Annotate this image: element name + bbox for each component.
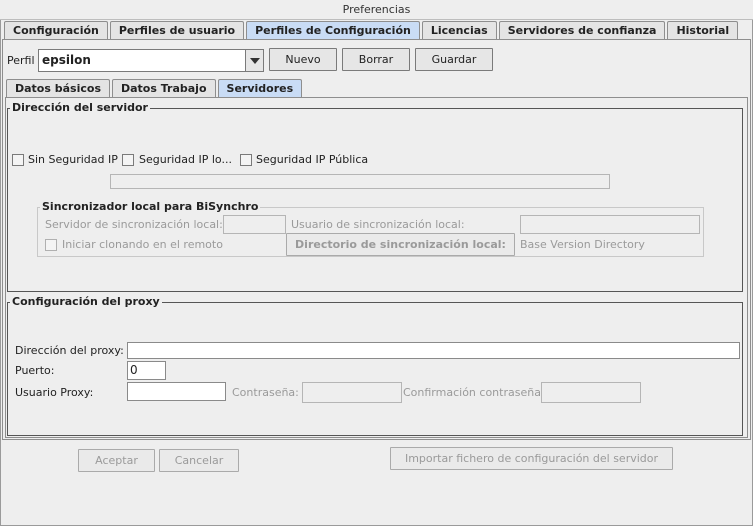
- profile-label: Perfil: [7, 54, 35, 67]
- public-security-checkbox[interactable]: [240, 154, 252, 166]
- tab-historial[interactable]: Historial: [667, 21, 739, 40]
- tab-licencias[interactable]: Licencias: [421, 21, 497, 40]
- bisynchro-title: Sincronizador local para BiSynchro: [40, 200, 261, 213]
- tab-datos-trabajo[interactable]: Datos Trabajo: [112, 79, 216, 98]
- tab-configuracion[interactable]: Configuración: [4, 21, 108, 40]
- clone-remote-label: Iniciar clonando en el remoto: [62, 238, 223, 251]
- proxy-password-label: Contraseña:: [232, 386, 299, 399]
- new-profile-button[interactable]: Nuevo: [269, 48, 337, 71]
- cancel-button[interactable]: Cancelar: [159, 449, 239, 472]
- tab-perfiles-configuracion[interactable]: Perfiles de Configuración: [246, 21, 420, 40]
- server-address-title: Dirección del servidor: [10, 101, 150, 114]
- proxy-user-label: Usuario Proxy:: [15, 386, 94, 399]
- server-address-field[interactable]: [110, 174, 610, 189]
- sync-directory-value: Base Version Directory: [520, 238, 645, 251]
- profile-select[interactable]: epsilon: [38, 49, 264, 72]
- delete-profile-button[interactable]: Borrar: [342, 48, 410, 71]
- tab-servidores-confianza[interactable]: Servidores de confianza: [498, 21, 666, 40]
- proxy-address-label: Dirección del proxy:: [15, 344, 124, 357]
- tab-perfiles-usuario[interactable]: Perfiles de usuario: [109, 21, 245, 40]
- proxy-title: Configuración del proxy: [10, 295, 162, 308]
- tab-servidores[interactable]: Servidores: [217, 79, 303, 98]
- profile-select-value: epsilon: [42, 53, 91, 67]
- sync-user-label: Usuario de sincronización local:: [291, 218, 465, 231]
- sync-user-field[interactable]: [520, 215, 700, 234]
- sync-server-label: Servidor de sincronización local:: [45, 218, 223, 231]
- clone-remote-checkbox[interactable]: [45, 239, 57, 251]
- proxy-address-field[interactable]: [127, 342, 740, 359]
- local-security-checkbox[interactable]: [122, 154, 134, 166]
- no-security-checkbox[interactable]: [12, 154, 24, 166]
- proxy-port-field[interactable]: 0: [127, 361, 166, 380]
- proxy-group: [7, 302, 743, 436]
- save-profile-button[interactable]: Guardar: [415, 48, 493, 71]
- sync-directory-button[interactable]: Directorio de sincronización local:: [286, 233, 515, 256]
- window-title: Preferencias: [0, 0, 753, 20]
- sub-tab-bar: Datos básicos Datos Trabajo Servidores: [6, 79, 304, 98]
- public-security-label: Seguridad IP Pública: [256, 153, 369, 166]
- proxy-confirm-label: Confirmación contraseña:: [403, 386, 545, 399]
- import-config-button[interactable]: Importar fichero de configuración del se…: [390, 447, 673, 470]
- sync-server-field[interactable]: [223, 215, 286, 234]
- proxy-port-label: Puerto:: [15, 364, 55, 377]
- accept-button[interactable]: Aceptar: [78, 449, 155, 472]
- top-tab-bar: Configuración Perfiles de usuario Perfil…: [4, 21, 740, 40]
- chevron-down-icon[interactable]: [245, 50, 263, 71]
- tab-datos-basicos[interactable]: Datos básicos: [6, 79, 110, 98]
- proxy-user-field[interactable]: [127, 382, 226, 401]
- proxy-confirm-field[interactable]: [541, 382, 641, 403]
- local-security-label: Seguridad IP lo...: [139, 153, 232, 166]
- no-security-label: Sin Seguridad IP: [28, 153, 118, 166]
- proxy-password-field[interactable]: [302, 382, 402, 403]
